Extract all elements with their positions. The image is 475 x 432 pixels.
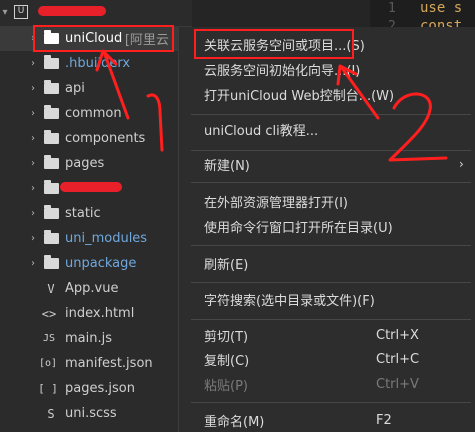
tree-item-app-vue[interactable]: V App.vue — [0, 276, 192, 301]
menu-item-label: 粘贴(P) — [204, 378, 248, 394]
menu-item-copy[interactable]: 复制(C) Ctrl+C — [179, 347, 475, 371]
menu-item-text-search[interactable]: 字符搜索(选中目录或文件)(F) — [179, 287, 475, 311]
menu-divider — [191, 319, 471, 320]
vue-file-icon: V — [47, 281, 55, 296]
menu-divider — [191, 245, 471, 246]
redaction-scribble — [60, 182, 122, 192]
tree-item-manifest-json[interactable]: [o] manifest.json — [0, 351, 192, 376]
menu-item-cut[interactable]: 剪切(T) Ctrl+X — [179, 323, 475, 347]
tree-item-label: static — [65, 206, 101, 221]
menu-item-label: 字符搜索(选中目录或文件)(F) — [204, 293, 375, 309]
menu-item-label: 打开uniCloud Web控制台...(W) — [204, 88, 395, 104]
chevron-right-icon[interactable]: › — [28, 151, 38, 176]
menu-item-open-in-explorer[interactable]: 在外部资源管理器打开(I) — [179, 189, 475, 213]
tree-item-main-js[interactable]: JS main.js — [0, 326, 192, 351]
scss-file-icon: S — [47, 406, 55, 421]
folder-icon — [43, 51, 59, 76]
project-icon: U — [14, 5, 28, 19]
tree-item-unpackage[interactable]: › unpackage — [0, 251, 192, 276]
tree-item-label: pages.json — [65, 381, 135, 396]
folder-icon — [43, 151, 59, 176]
tree-item-pages[interactable]: › pages — [0, 151, 192, 176]
chevron-right-icon[interactable]: › — [28, 101, 38, 126]
chevron-right-icon[interactable]: › — [28, 126, 38, 151]
menu-item-cli-tutorial[interactable]: uniCloud cli教程... — [179, 117, 475, 141]
chevron-right-icon[interactable]: › — [28, 76, 38, 101]
menu-divider — [191, 282, 471, 283]
tree-item-index-html[interactable]: <> index.html — [0, 301, 192, 326]
chevron-right-icon[interactable]: › — [28, 51, 38, 76]
html-file-icon: <> — [41, 306, 57, 321]
menu-divider — [191, 150, 471, 151]
tree-item-uni-modules[interactable]: › uni_modules — [0, 226, 192, 251]
project-explorer: ▾ U › uniCloud - [阿里云 › .hbuilderx › api… — [0, 0, 192, 432]
tree-item-label: App.vue — [65, 281, 119, 296]
menu-item-open-web-console[interactable]: 打开uniCloud Web控制台...(W) — [179, 82, 475, 106]
folder-icon — [43, 126, 59, 151]
menu-item-label: 使用命令行窗口打开所在目录(U) — [204, 220, 393, 236]
tree-item-components[interactable]: › components — [0, 126, 192, 151]
tree-item-static[interactable]: › static — [0, 201, 192, 226]
menu-item-refresh[interactable]: 刷新(E) — [179, 251, 475, 275]
json-file-icon: [ ] — [38, 382, 58, 395]
tree-item-common[interactable]: › common — [0, 101, 192, 126]
folder-icon — [43, 101, 59, 126]
chevron-right-icon[interactable]: › — [28, 201, 38, 226]
menu-item-new[interactable]: 新建(N) › — [179, 152, 475, 176]
tree-item-label: common — [65, 106, 122, 121]
folder-icon — [43, 176, 59, 201]
menu-divider — [191, 402, 471, 403]
menu-item-init-wizard[interactable]: 云服务空间初始化向导...(I) — [179, 57, 475, 81]
folder-icon — [43, 76, 59, 101]
chevron-right-icon[interactable]: › — [28, 251, 38, 276]
menu-item-label: 重命名(M) — [204, 414, 265, 430]
tree-item-uni-scss[interactable]: S uni.scss — [0, 401, 192, 426]
menu-item-label: 剪切(T) — [204, 329, 249, 345]
tree-item-label: pages — [65, 156, 105, 171]
chevron-right-icon[interactable]: › — [28, 176, 38, 201]
menu-item-label: 复制(C) — [204, 353, 250, 369]
folder-icon — [43, 226, 59, 251]
menu-item-shortcut: Ctrl+X — [376, 327, 419, 343]
menu-item-label: 刷新(E) — [204, 257, 249, 273]
menu-item-label: 新建(N) — [204, 158, 250, 174]
tree-item-api[interactable]: › api — [0, 76, 192, 101]
context-menu: 关联云服务空间或项目...(S) 云服务空间初始化向导...(I) 打开uniC… — [178, 27, 475, 432]
menu-divider — [191, 114, 471, 115]
tree-item-hbuilderx[interactable]: › .hbuilderx — [0, 51, 192, 76]
tree-item-label: index.html — [65, 306, 135, 321]
manifest-file-icon: [o] — [38, 358, 58, 369]
menu-item-open-in-terminal[interactable]: 使用命令行窗口打开所在目录(U) — [179, 214, 475, 238]
chevron-down-icon[interactable]: ▾ — [0, 0, 10, 25]
menu-item-rename[interactable]: 重命名(M) F2 — [179, 408, 475, 432]
chevron-right-icon[interactable]: › — [28, 226, 38, 251]
folder-icon — [43, 251, 59, 276]
tree-item-label: unpackage — [65, 256, 137, 271]
highlight-box-unicloud — [33, 25, 174, 52]
menu-item-label: uniCloud cli教程... — [204, 123, 319, 139]
highlight-box-menu-item — [194, 29, 354, 59]
folder-icon — [43, 201, 59, 226]
js-file-icon: JS — [42, 333, 56, 344]
tree-item-label: api — [65, 81, 85, 96]
menu-item-paste[interactable]: 粘贴(P) Ctrl+V — [179, 372, 475, 396]
tree-item-label: main.js — [65, 331, 112, 346]
tree-item-label: .hbuilderx — [65, 56, 131, 71]
tree-item-pages-json[interactable]: [ ] pages.json — [0, 376, 192, 401]
line-number: 1 — [388, 1, 396, 16]
menu-item-shortcut: Ctrl+C — [376, 351, 420, 367]
code-line[interactable]: use s — [420, 0, 462, 16]
menu-item-label: 云服务空间初始化向导...(I) — [204, 63, 361, 79]
tree-item-label: manifest.json — [65, 356, 153, 371]
tree-item-label: uni.scss — [65, 406, 117, 421]
menu-item-shortcut: F2 — [376, 412, 392, 428]
chevron-right-icon: › — [459, 157, 464, 171]
menu-item-shortcut: Ctrl+V — [376, 376, 419, 392]
menu-item-label: 在外部资源管理器打开(I) — [204, 195, 348, 211]
tree-item-label: uni_modules — [65, 231, 148, 246]
redaction-scribble — [38, 6, 106, 16]
tree-item-label: components — [65, 131, 146, 146]
menu-divider — [191, 182, 471, 183]
